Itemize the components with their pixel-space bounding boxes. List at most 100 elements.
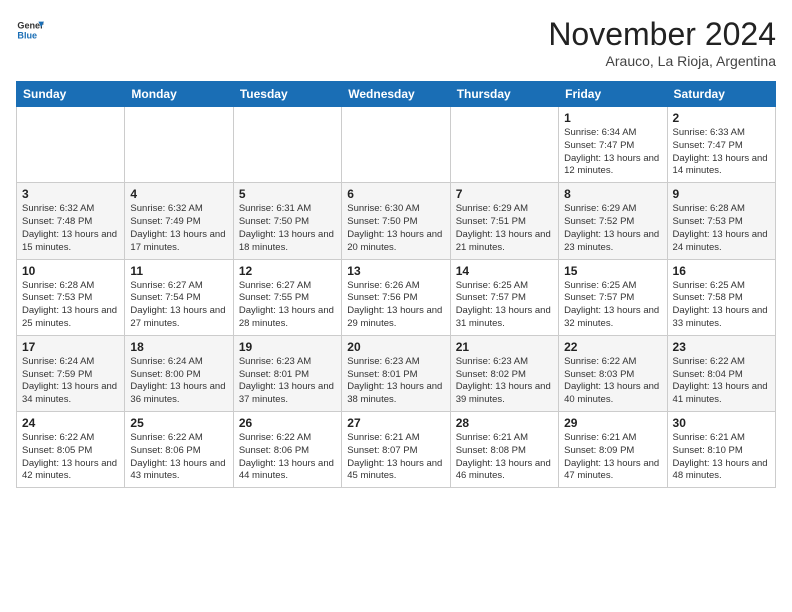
calendar-cell: 26 Sunrise: 6:22 AM Sunset: 8:06 PM Dayli…	[233, 412, 341, 488]
calendar-cell: 12 Sunrise: 6:27 AM Sunset: 7:55 PM Dayli…	[233, 259, 341, 335]
day-info: Sunrise: 6:22 AM Sunset: 8:06 PM Dayligh…	[239, 432, 336, 483]
day-info: Sunrise: 6:24 AM Sunset: 7:59 PM Dayligh…	[22, 356, 119, 407]
title-block: November 2024 Arauco, La Rioja, Argentin…	[548, 16, 776, 69]
logo: General Blue	[16, 16, 44, 44]
calendar-week-3: 10Sunrise: 6:28 AM Sunset: 7:53 PM Dayli…	[17, 259, 776, 335]
calendar-cell	[450, 107, 558, 183]
day-number: 17	[22, 340, 119, 354]
header-thursday: Thursday	[450, 82, 558, 107]
day-info: Sunrise: 6:22 AM Sunset: 8:04 PM Dayligh…	[673, 356, 770, 407]
calendar-cell: 15 Sunrise: 6:25 AM Sunset: 7:57 PM Dayli…	[559, 259, 667, 335]
calendar-cell: 19 Sunrise: 6:23 AM Sunset: 8:01 PM Dayli…	[233, 335, 341, 411]
day-number: 13	[347, 264, 444, 278]
calendar-header-row: SundayMondayTuesdayWednesdayThursdayFrid…	[17, 82, 776, 107]
day-number: 19	[239, 340, 336, 354]
calendar-cell: 16 Sunrise: 6:25 AM Sunset: 7:58 PM Dayli…	[667, 259, 775, 335]
calendar-cell: 5Sunrise: 6:31 AM Sunset: 7:50 PM Daylig…	[233, 183, 341, 259]
day-number: 25	[130, 416, 227, 430]
svg-text:Blue: Blue	[17, 30, 37, 40]
day-info: Sunrise: 6:25 AM Sunset: 7:57 PM Dayligh…	[456, 280, 553, 331]
calendar-cell: 14 Sunrise: 6:25 AM Sunset: 7:57 PM Dayli…	[450, 259, 558, 335]
day-number: 7	[456, 187, 553, 201]
header-tuesday: Tuesday	[233, 82, 341, 107]
day-info: Sunrise: 6:33 AM Sunset: 7:47 PM Dayligh…	[673, 127, 770, 178]
day-number: 18	[130, 340, 227, 354]
header-wednesday: Wednesday	[342, 82, 450, 107]
day-info: Sunrise: 6:21 AM Sunset: 8:08 PM Dayligh…	[456, 432, 553, 483]
day-number: 26	[239, 416, 336, 430]
header-friday: Friday	[559, 82, 667, 107]
calendar-body: 1Sunrise: 6:34 AM Sunset: 7:47 PM Daylig…	[17, 107, 776, 488]
day-number: 3	[22, 187, 119, 201]
day-info: Sunrise: 6:28 AM Sunset: 7:53 PM Dayligh…	[673, 203, 770, 254]
calendar-week-2: 3 Sunrise: 6:32 AM Sunset: 7:48 PM Daylig…	[17, 183, 776, 259]
calendar-cell: 2 Sunrise: 6:33 AM Sunset: 7:47 PM Daylig…	[667, 107, 775, 183]
calendar-week-1: 1Sunrise: 6:34 AM Sunset: 7:47 PM Daylig…	[17, 107, 776, 183]
calendar-cell: 24 Sunrise: 6:22 AM Sunset: 8:05 PM Dayli…	[17, 412, 125, 488]
logo-icon: General Blue	[16, 16, 44, 44]
day-info: Sunrise: 6:21 AM Sunset: 8:10 PM Dayligh…	[673, 432, 770, 483]
calendar-cell: 28 Sunrise: 6:21 AM Sunset: 8:08 PM Dayli…	[450, 412, 558, 488]
calendar-cell: 22Sunrise: 6:22 AM Sunset: 8:03 PM Dayli…	[559, 335, 667, 411]
day-number: 22	[564, 340, 661, 354]
day-info: Sunrise: 6:26 AM Sunset: 7:56 PM Dayligh…	[347, 280, 444, 331]
calendar-cell: 9 Sunrise: 6:28 AM Sunset: 7:53 PM Daylig…	[667, 183, 775, 259]
calendar-cell: 8Sunrise: 6:29 AM Sunset: 7:52 PM Daylig…	[559, 183, 667, 259]
calendar-cell: 27 Sunrise: 6:21 AM Sunset: 8:07 PM Dayli…	[342, 412, 450, 488]
calendar-cell: 6Sunrise: 6:30 AM Sunset: 7:50 PM Daylig…	[342, 183, 450, 259]
day-info: Sunrise: 6:25 AM Sunset: 7:58 PM Dayligh…	[673, 280, 770, 331]
day-number: 14	[456, 264, 553, 278]
day-info: Sunrise: 6:31 AM Sunset: 7:50 PM Dayligh…	[239, 203, 336, 254]
day-info: Sunrise: 6:22 AM Sunset: 8:06 PM Dayligh…	[130, 432, 227, 483]
calendar-cell: 11Sunrise: 6:27 AM Sunset: 7:54 PM Dayli…	[125, 259, 233, 335]
day-info: Sunrise: 6:22 AM Sunset: 8:05 PM Dayligh…	[22, 432, 119, 483]
calendar-cell: 10Sunrise: 6:28 AM Sunset: 7:53 PM Dayli…	[17, 259, 125, 335]
day-number: 29	[564, 416, 661, 430]
day-number: 30	[673, 416, 770, 430]
calendar-cell: 7 Sunrise: 6:29 AM Sunset: 7:51 PM Daylig…	[450, 183, 558, 259]
day-number: 12	[239, 264, 336, 278]
calendar-cell: 18 Sunrise: 6:24 AM Sunset: 8:00 PM Dayli…	[125, 335, 233, 411]
calendar-week-5: 24 Sunrise: 6:22 AM Sunset: 8:05 PM Dayli…	[17, 412, 776, 488]
calendar-cell: 3 Sunrise: 6:32 AM Sunset: 7:48 PM Daylig…	[17, 183, 125, 259]
calendar-cell	[17, 107, 125, 183]
day-number: 9	[673, 187, 770, 201]
location-subtitle: Arauco, La Rioja, Argentina	[548, 53, 776, 69]
day-number: 15	[564, 264, 661, 278]
day-info: Sunrise: 6:29 AM Sunset: 7:52 PM Dayligh…	[564, 203, 661, 254]
day-info: Sunrise: 6:21 AM Sunset: 8:09 PM Dayligh…	[564, 432, 661, 483]
calendar-cell	[125, 107, 233, 183]
calendar-week-4: 17 Sunrise: 6:24 AM Sunset: 7:59 PM Dayli…	[17, 335, 776, 411]
calendar-cell: 20Sunrise: 6:23 AM Sunset: 8:01 PM Dayli…	[342, 335, 450, 411]
day-number: 23	[673, 340, 770, 354]
day-info: Sunrise: 6:29 AM Sunset: 7:51 PM Dayligh…	[456, 203, 553, 254]
calendar-cell: 17 Sunrise: 6:24 AM Sunset: 7:59 PM Dayli…	[17, 335, 125, 411]
calendar-cell: 1Sunrise: 6:34 AM Sunset: 7:47 PM Daylig…	[559, 107, 667, 183]
calendar-cell: 23 Sunrise: 6:22 AM Sunset: 8:04 PM Dayli…	[667, 335, 775, 411]
day-info: Sunrise: 6:24 AM Sunset: 8:00 PM Dayligh…	[130, 356, 227, 407]
day-number: 11	[130, 264, 227, 278]
calendar-cell	[342, 107, 450, 183]
calendar-table: SundayMondayTuesdayWednesdayThursdayFrid…	[16, 81, 776, 488]
day-number: 6	[347, 187, 444, 201]
header-sunday: Sunday	[17, 82, 125, 107]
day-info: Sunrise: 6:28 AM Sunset: 7:53 PM Dayligh…	[22, 280, 119, 331]
calendar-cell: 13 Sunrise: 6:26 AM Sunset: 7:56 PM Dayli…	[342, 259, 450, 335]
calendar-cell: 4Sunrise: 6:32 AM Sunset: 7:49 PM Daylig…	[125, 183, 233, 259]
day-info: Sunrise: 6:25 AM Sunset: 7:57 PM Dayligh…	[564, 280, 661, 331]
day-number: 24	[22, 416, 119, 430]
day-info: Sunrise: 6:34 AM Sunset: 7:47 PM Dayligh…	[564, 127, 661, 178]
day-info: Sunrise: 6:23 AM Sunset: 8:01 PM Dayligh…	[239, 356, 336, 407]
day-info: Sunrise: 6:23 AM Sunset: 8:01 PM Dayligh…	[347, 356, 444, 407]
day-number: 28	[456, 416, 553, 430]
day-info: Sunrise: 6:32 AM Sunset: 7:48 PM Dayligh…	[22, 203, 119, 254]
day-number: 4	[130, 187, 227, 201]
day-info: Sunrise: 6:27 AM Sunset: 7:55 PM Dayligh…	[239, 280, 336, 331]
day-number: 2	[673, 111, 770, 125]
header-saturday: Saturday	[667, 82, 775, 107]
day-info: Sunrise: 6:21 AM Sunset: 8:07 PM Dayligh…	[347, 432, 444, 483]
day-number: 27	[347, 416, 444, 430]
page-header: General Blue November 2024 Arauco, La Ri…	[16, 16, 776, 69]
day-number: 21	[456, 340, 553, 354]
day-number: 16	[673, 264, 770, 278]
